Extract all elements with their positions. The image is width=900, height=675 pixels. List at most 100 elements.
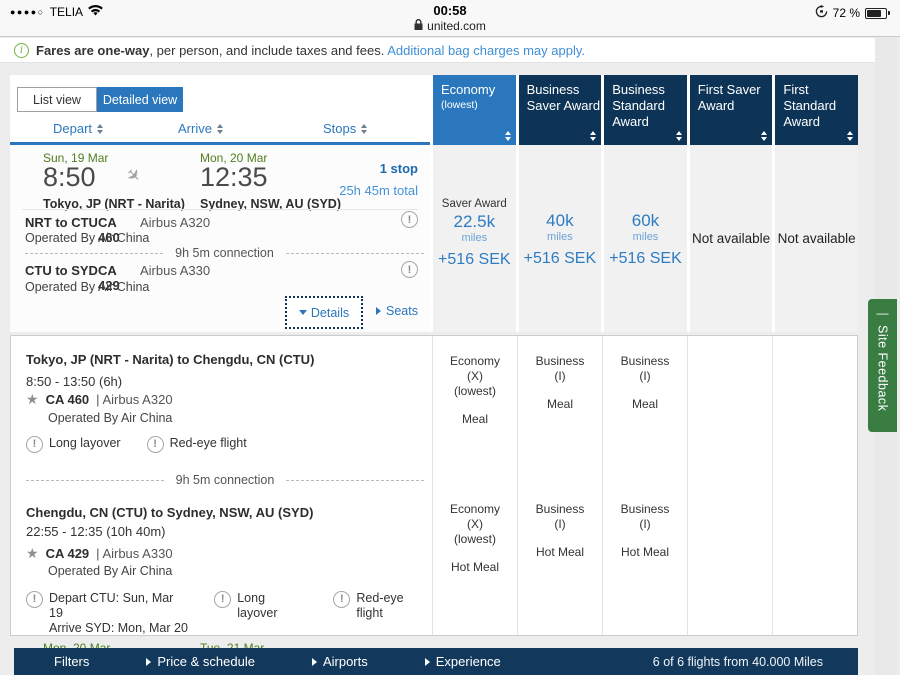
sort-icon [361,124,367,134]
alert-icon: ! [26,436,43,453]
meal-info: Meal [518,397,602,412]
cabin-class: Business [518,354,602,369]
detail-col-economy: Economy (X) (lowest) Meal Economy (X) (l… [432,336,517,635]
meal-info: Meal [433,412,517,427]
filters-label: Filters [54,654,89,669]
list-view-button[interactable]: List view [17,87,97,112]
column-header-economy[interactable]: Economy (lowest) [433,75,516,145]
warning-item: ! Red-eye flight [147,436,247,453]
details-button[interactable]: Details [285,296,363,329]
cabin-code: (X) [433,369,517,384]
header-left: List view Detailed view Depart Arrive St… [10,75,430,145]
airports-label: Airports [323,654,368,669]
fare-unavailable: Not available [775,231,858,246]
cabin-note: (lowest) [433,532,517,547]
connection-divider: 9h 5m connection [26,473,424,487]
column-title: Economy [441,82,516,98]
segment-detail-title: Chengdu, CN (CTU) to Sydney, NSW, AU (SY… [26,505,313,520]
detail-col-business-standard: Business (I) Meal Business (I) Hot Meal [602,336,687,635]
bottom-toolbar: Filters Price & schedule Airports Experi… [14,648,858,675]
alert-icon: ! [147,436,164,453]
column-title: Business Standard Award [612,82,687,130]
fare-miles: 60k [604,211,687,231]
warning-line1: Depart CTU: Sun, Mar 19 [49,591,173,620]
column-header-business-saver[interactable]: Business Saver Award [519,75,602,145]
ios-status-bar: ●●●●○ TELIA 00:58 united.com 72 % [0,0,900,37]
aircraft-type: | Airbus A330 [96,546,172,561]
segment-detail-flight: ★ CA 429 | Airbus A330 [26,545,173,562]
fare-info-text: Fares are one-way, per person, and inclu… [36,43,585,58]
segment-operated-by: Operated By Air China [25,231,149,245]
cabin-note: (lowest) [433,384,517,399]
url-text: united.com [427,19,486,33]
alert-icon: ! [214,591,231,608]
alert-icon[interactable]: ! [401,211,418,228]
sort-depart-label: Depart [53,121,92,136]
stops-count: 1 stop [380,161,418,176]
battery-icon [865,8,887,19]
airports-button[interactable]: Airports [312,654,368,669]
detailed-view-button[interactable]: Detailed view [97,87,183,112]
operated-by: Operated By Air China [48,564,172,578]
fare-cash: +516 SEK [433,251,516,269]
sort-stops-label: Stops [323,121,356,136]
price-schedule-label: Price & schedule [157,654,255,669]
fare-cell-business-saver[interactable]: 40k miles +516 SEK [519,145,602,332]
cabin-info: Business (I) Hot Meal [518,502,602,560]
filters-button[interactable]: Filters [54,654,89,669]
sort-arrive-label: Arrive [178,121,212,136]
rotation-lock-icon [815,5,828,21]
alert-icon[interactable]: ! [401,261,418,278]
fare-info-bar: i Fares are one-way, per person, and inc… [0,38,875,63]
meal-info: Hot Meal [518,545,602,560]
site-feedback-tab[interactable]: — Site Feedback [868,299,897,432]
price-schedule-button[interactable]: Price & schedule [146,654,255,669]
plane-icon: ✈ [121,164,145,188]
fare-unavailable: Not available [690,231,773,246]
cabin-class: Economy [433,354,517,369]
fare-miles: 40k [519,211,602,231]
fare-miles-unit: miles [433,232,516,244]
cabin-code: (I) [603,369,687,384]
column-title: First Standard Award [783,82,858,130]
column-header-first-standard[interactable]: First Standard Award [775,75,858,145]
sort-stops[interactable]: Stops [323,121,367,136]
sort-icon [590,131,596,141]
column-title: First Saver Award [698,82,773,114]
segment-warnings: ! Long layover ! Red-eye flight [26,436,247,453]
meal-info: Meal [603,397,687,412]
cabin-info: Economy (X) (lowest) Hot Meal [433,502,517,575]
depart-time: 8:50 [43,162,96,193]
connection-label: 9h 5m connection [164,473,287,487]
sort-header-row: Depart Arrive Stops [10,118,430,145]
sort-icon [676,131,682,141]
cabin-code: (I) [518,369,602,384]
fare-miles-unit: miles [519,231,602,243]
cabin-code: (I) [603,517,687,532]
experience-button[interactable]: Experience [425,654,501,669]
dashed-line [25,253,163,254]
fare-cell-business-standard[interactable]: 60k miles +516 SEK [604,145,687,332]
view-toggle: List view Detailed view [17,87,183,112]
fare-cell-economy[interactable]: Saver Award 22.5k miles +516 SEK [433,145,516,332]
column-header-first-saver[interactable]: First Saver Award [690,75,773,145]
bag-charges-link[interactable]: Additional bag charges may apply. [387,43,585,58]
detail-col-first-standard [772,336,857,635]
flight-summary-row: Sun, 19 Mar 8:50 Tokyo, JP (NRT - Narita… [10,145,858,332]
connection-label: 9h 5m connection [163,246,286,260]
connection-divider: 9h 5m connection [25,246,424,260]
alert-icon: ! [26,591,43,608]
segment-detail-times: 22:55 - 12:35 (10h 40m) [26,524,165,539]
feedback-tab-label: Site Feedback [876,325,890,411]
sort-depart[interactable]: Depart [53,121,103,136]
seats-link[interactable]: Seats [376,304,418,318]
arrive-time: 12:35 [200,162,268,193]
warning-text: Depart CTU: Sun, Mar 19Arrive SYD: Mon, … [49,591,188,636]
info-icon: i [14,43,29,58]
warning-line2: Arrive SYD: Mon, Mar 20 [49,621,188,635]
column-header-business-standard[interactable]: Business Standard Award [604,75,687,145]
flight-details-card: Tokyo, JP (NRT - Narita) to Chengdu, CN … [10,335,858,636]
sort-arrive[interactable]: Arrive [178,121,223,136]
warning-item: ! Long layover [214,591,307,636]
warning-text: Red-eye flight [356,591,432,621]
